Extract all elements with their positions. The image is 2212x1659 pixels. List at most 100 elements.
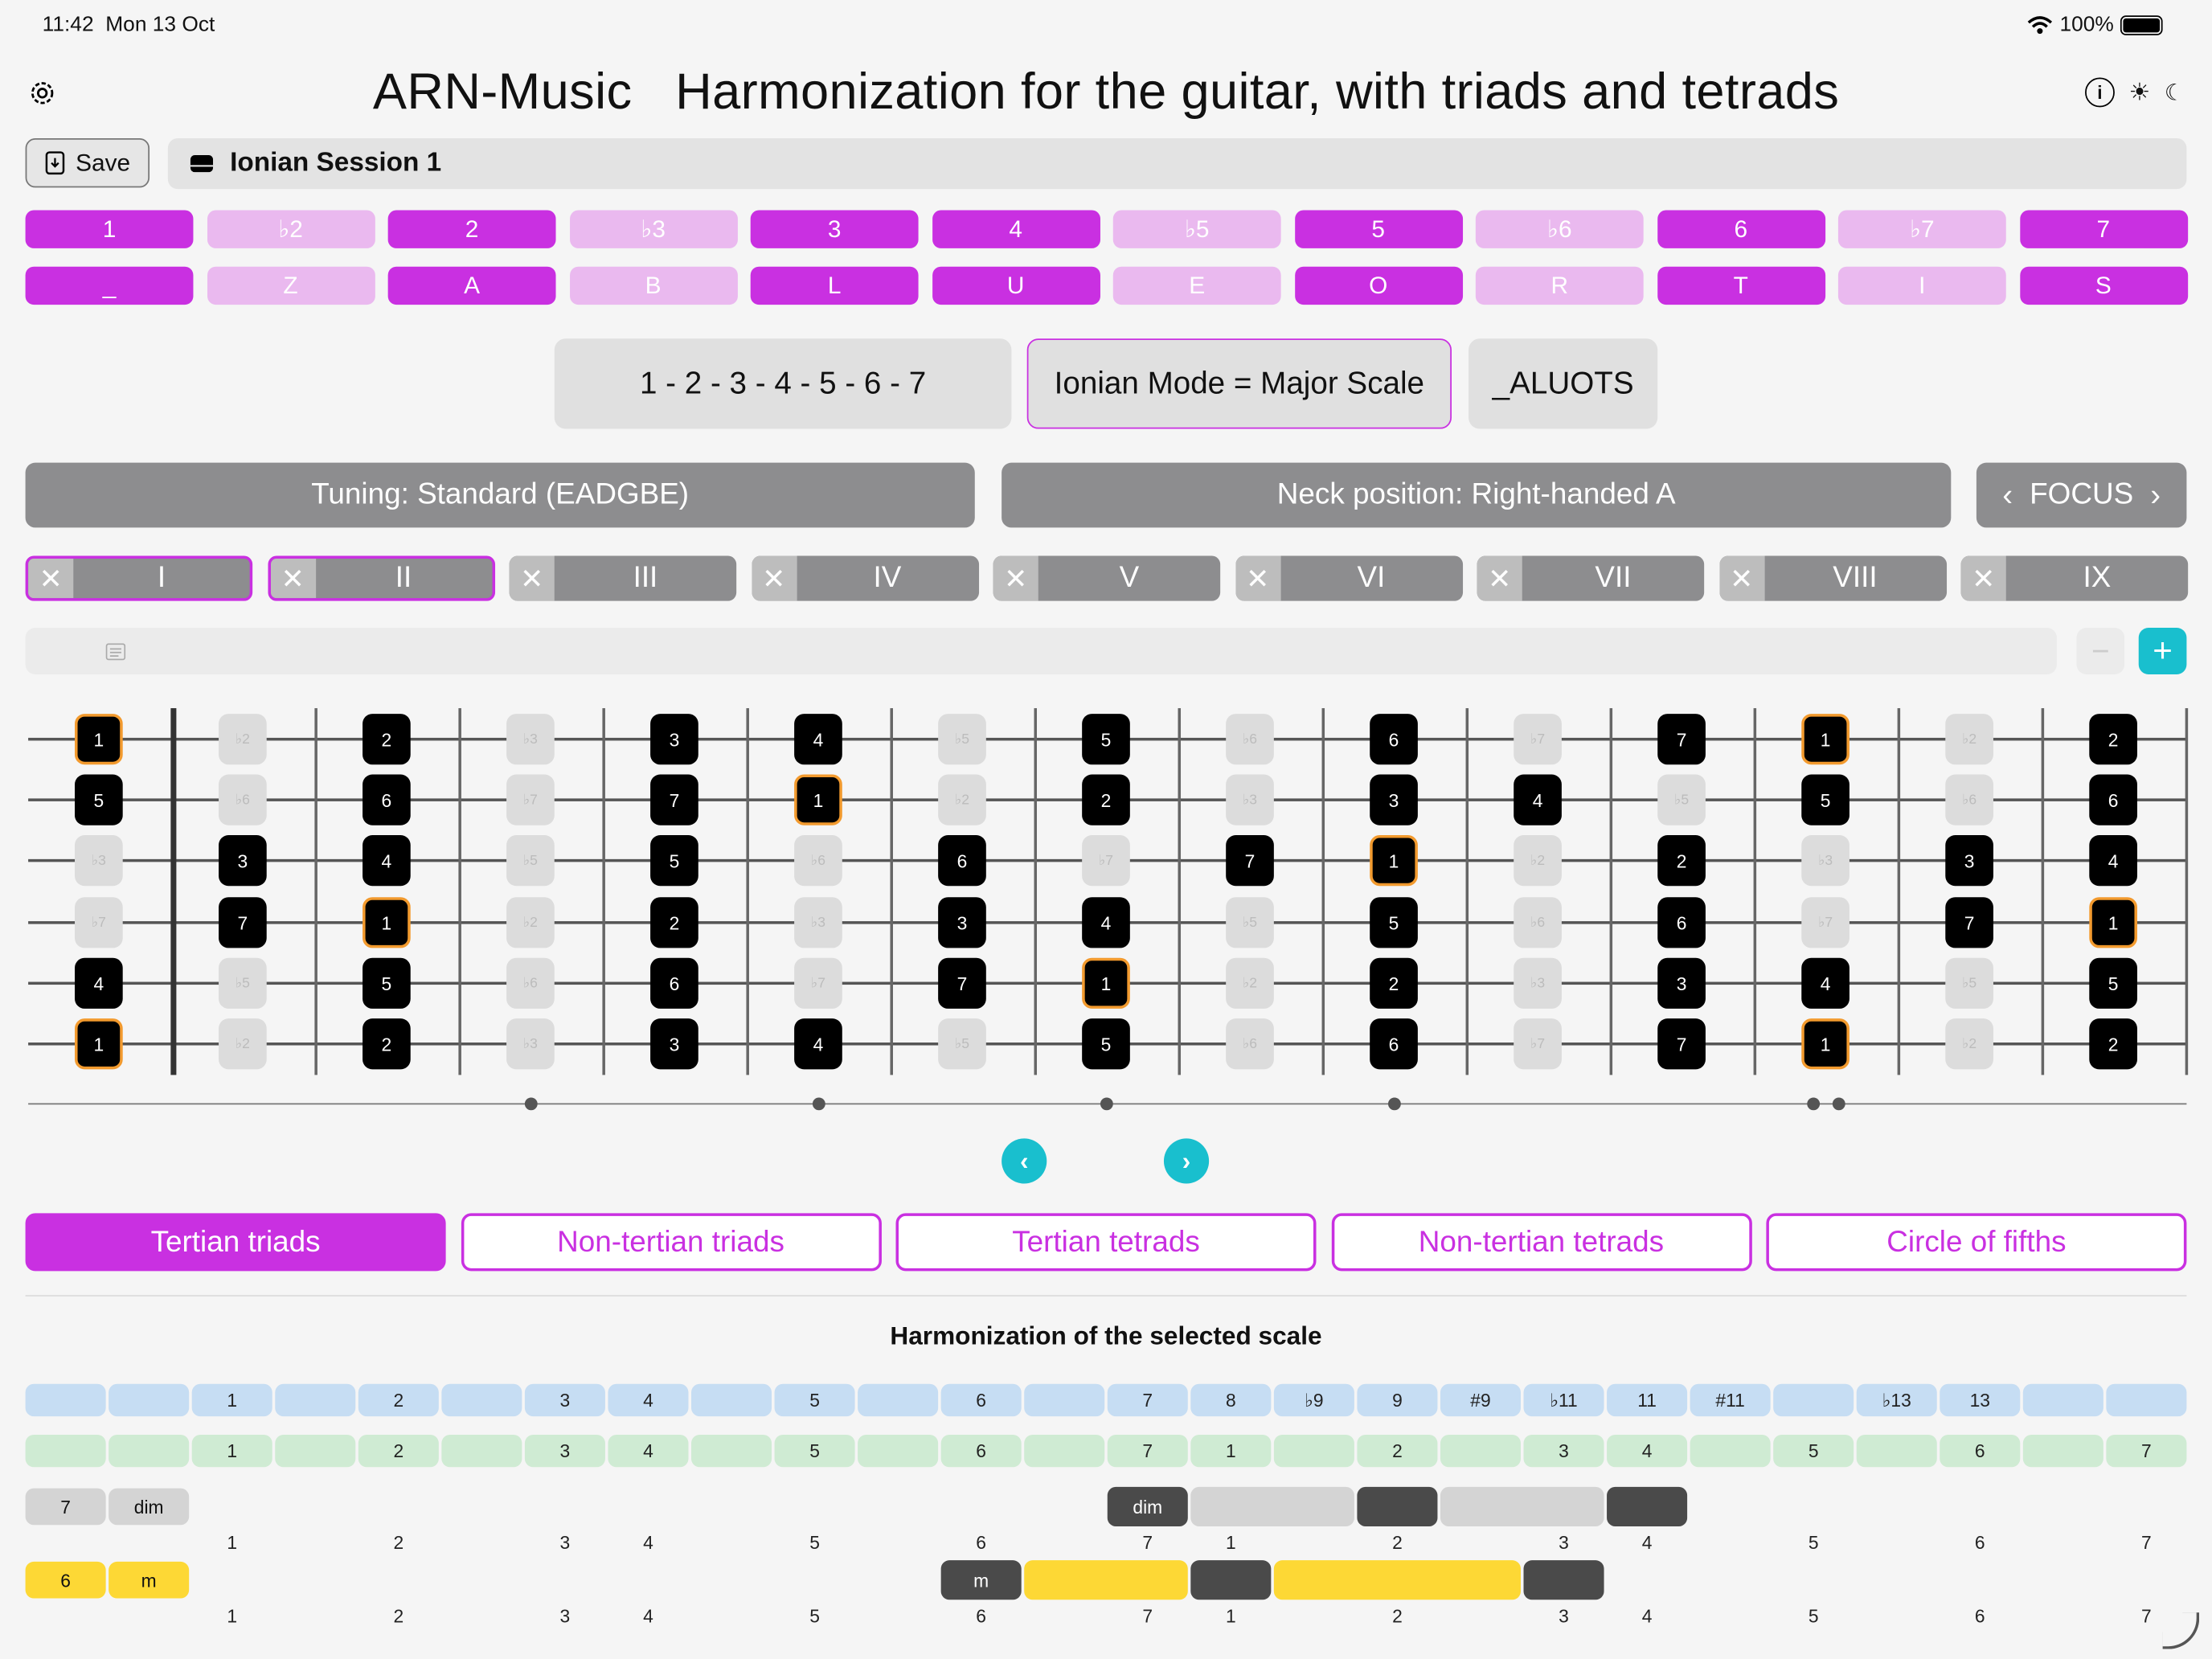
fret-note[interactable]: 4	[794, 1018, 842, 1070]
fret-note[interactable]: 3	[1945, 835, 1993, 887]
fret-note[interactable]: ♭2	[219, 714, 267, 765]
letter-pill[interactable]: T	[1657, 266, 1825, 305]
info-icon[interactable]: i	[2085, 77, 2115, 108]
fret-note[interactable]: ♭3	[1514, 957, 1562, 1009]
chord-degree-chip[interactable]: 6	[25, 1561, 106, 1599]
focus-control[interactable]: ‹ FOCUS ›	[1976, 462, 2187, 528]
degree-button[interactable]: ✕ II	[267, 555, 495, 601]
plus-button[interactable]: +	[2138, 628, 2187, 674]
letter-pill[interactable]: _	[25, 266, 194, 305]
letter-pill[interactable]: R	[1475, 266, 1644, 305]
fret-note[interactable]: ♭6	[1226, 1018, 1274, 1070]
close-icon[interactable]: ✕	[270, 559, 316, 599]
tab-non-tertian-triads[interactable]: Non-tertian triads	[461, 1213, 882, 1272]
scale-code[interactable]: _ALUOTS	[1469, 338, 1658, 429]
letter-pill[interactable]: A	[387, 266, 556, 305]
fret-note[interactable]: ♭7	[794, 957, 842, 1009]
chord-degree-chip[interactable]: 7	[25, 1488, 106, 1526]
chord-quality-chip[interactable]: m	[109, 1561, 190, 1599]
fret-note[interactable]: ♭6	[1514, 897, 1562, 948]
fret-note[interactable]: 2	[1370, 957, 1418, 1009]
fret-note[interactable]: 3	[1370, 774, 1418, 825]
degree-button[interactable]: ✕ VI	[1235, 555, 1463, 601]
interval-pill[interactable]: 4	[932, 210, 1100, 248]
close-icon[interactable]: ✕	[993, 555, 1038, 601]
interval-pill[interactable]: 2	[387, 210, 556, 248]
tuning-button[interactable]: Tuning: Standard (EADGBE)	[25, 462, 975, 528]
fret-note[interactable]: ♭7	[1801, 897, 1849, 948]
fret-note[interactable]: 1	[794, 774, 842, 825]
scale-mode[interactable]: Ionian Mode = Major Scale	[1026, 338, 1452, 429]
fret-note[interactable]: ♭2	[938, 774, 986, 825]
fret-note[interactable]: ♭2	[1945, 714, 1993, 765]
fret-note[interactable]: ♭6	[1945, 774, 1993, 825]
interval-pill[interactable]: 7	[2019, 210, 2188, 248]
chevron-left-icon[interactable]: ‹	[1002, 1138, 1047, 1184]
fret-note[interactable]: 6	[2089, 774, 2137, 825]
fret-note[interactable]: ♭6	[794, 835, 842, 887]
fret-note[interactable]: 5	[1370, 897, 1418, 948]
fret-note[interactable]: ♭3	[1801, 835, 1849, 887]
interval-pill[interactable]: ♭3	[569, 210, 738, 248]
fret-note[interactable]: ♭7	[1514, 714, 1562, 765]
fret-note[interactable]: 7	[1657, 714, 1706, 765]
fret-note[interactable]: 1	[75, 1018, 123, 1070]
fret-note[interactable]: ♭3	[506, 1018, 555, 1070]
fret-note[interactable]: ♭7	[506, 774, 555, 825]
letter-pill[interactable]: I	[1837, 266, 2006, 305]
interval-pill[interactable]: ♭2	[207, 210, 375, 248]
chevron-right-icon[interactable]: ›	[2150, 477, 2161, 514]
fret-note[interactable]: 5	[75, 774, 123, 825]
fret-note[interactable]: ♭5	[1657, 774, 1706, 825]
sun-icon[interactable]: ☀	[2128, 78, 2150, 106]
letter-pill[interactable]: Z	[207, 266, 375, 305]
fret-note[interactable]: 5	[1801, 774, 1849, 825]
degree-button[interactable]: ✕ III	[509, 555, 737, 601]
fret-note[interactable]: 6	[938, 835, 986, 887]
fret-note[interactable]: 1	[1801, 714, 1849, 765]
fret-note[interactable]: 7	[219, 897, 267, 948]
fret-note[interactable]: ♭5	[938, 714, 986, 765]
tab-non-tertian-tetrads[interactable]: Non-tertian tetrads	[1330, 1213, 1751, 1272]
degree-button[interactable]: ✕ V	[993, 555, 1221, 601]
fret-note[interactable]: ♭7	[75, 897, 123, 948]
fret-note[interactable]: 6	[1370, 1018, 1418, 1070]
fret-note[interactable]: 1	[1370, 835, 1418, 887]
fret-note[interactable]: 7	[1226, 835, 1274, 887]
fret-note[interactable]: 3	[938, 897, 986, 948]
fret-note[interactable]: 4	[2089, 835, 2137, 887]
moon-icon[interactable]: ☾	[2165, 78, 2185, 106]
fret-note[interactable]: 1	[1082, 957, 1130, 1009]
tab-tertian-triads[interactable]: Tertian triads	[25, 1213, 446, 1272]
chord-sequence-field[interactable]	[25, 628, 2057, 674]
close-icon[interactable]: ✕	[1477, 555, 1522, 601]
fret-note[interactable]: 6	[1370, 714, 1418, 765]
letter-pill[interactable]: B	[569, 266, 738, 305]
session-name-field[interactable]: Ionian Session 1	[167, 138, 2187, 190]
close-icon[interactable]: ✕	[751, 555, 797, 601]
letter-pill[interactable]: U	[932, 266, 1100, 305]
fret-note[interactable]: ♭7	[1514, 1018, 1562, 1070]
interval-pill[interactable]: ♭5	[1112, 210, 1281, 248]
fret-note[interactable]: ♭3	[506, 714, 555, 765]
fret-note[interactable]: ♭6	[1226, 714, 1274, 765]
fret-note[interactable]: ♭3	[1226, 774, 1274, 825]
fret-note[interactable]: ♭5	[219, 957, 267, 1009]
fret-note[interactable]: 5	[650, 835, 698, 887]
fret-note[interactable]: 4	[75, 957, 123, 1009]
letter-pill[interactable]: L	[750, 266, 919, 305]
interval-pill[interactable]: 5	[1294, 210, 1463, 248]
fret-note[interactable]: ♭6	[506, 957, 555, 1009]
resize-handle-icon[interactable]	[2162, 1612, 2200, 1649]
fret-note[interactable]: ♭7	[1082, 835, 1130, 887]
fret-note[interactable]: ♭2	[219, 1018, 267, 1070]
interval-pill[interactable]: ♭6	[1475, 210, 1644, 248]
fret-note[interactable]: 7	[1945, 897, 1993, 948]
interval-pill[interactable]: 3	[750, 210, 919, 248]
chevron-right-icon[interactable]: ›	[1163, 1138, 1210, 1184]
fret-note[interactable]: 4	[1801, 957, 1849, 1009]
fret-note[interactable]: ♭2	[506, 897, 555, 948]
fret-note[interactable]: ♭5	[1945, 957, 1993, 1009]
chord-quality-chip[interactable]: dim	[109, 1488, 190, 1526]
letter-pill[interactable]: O	[1294, 266, 1463, 305]
